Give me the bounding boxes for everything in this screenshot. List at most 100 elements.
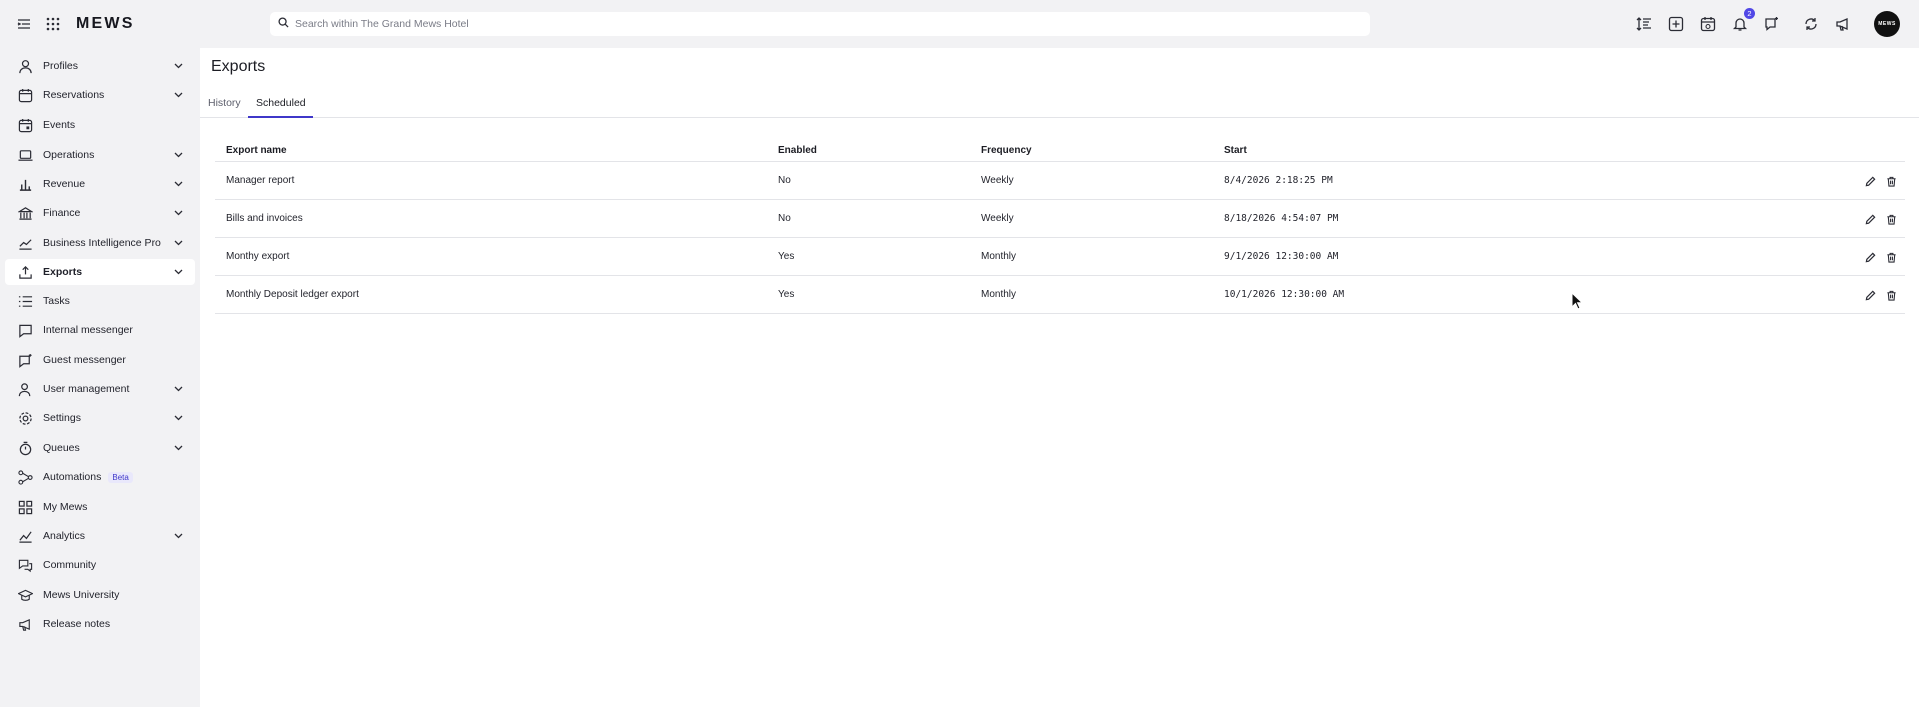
notification-bell-icon[interactable]: 2 bbox=[1730, 8, 1755, 34]
cell-export-name: Monthly Deposit ledger export bbox=[226, 289, 359, 300]
sidebar-item-settings[interactable]: Settings bbox=[5, 405, 195, 431]
sidebar-item-finance[interactable]: Finance bbox=[5, 200, 195, 226]
sidebar-item-my-mews[interactable]: My Mews bbox=[5, 494, 195, 520]
sidebar-item-label: Business Intelligence Pro bbox=[43, 237, 161, 249]
sidebar-item-reservations[interactable]: Reservations bbox=[5, 82, 195, 108]
sidebar-item-internal-messenger[interactable]: Internal messenger bbox=[5, 317, 195, 343]
delete-trash-icon[interactable] bbox=[1884, 174, 1898, 188]
main-content: Exports History Scheduled Export name En… bbox=[200, 48, 1919, 707]
upload-icon bbox=[16, 263, 34, 281]
mouse-cursor-icon bbox=[1571, 291, 1584, 313]
sidebar-item-automations[interactable]: Automations Beta bbox=[5, 464, 195, 490]
sidebar-item-revenue[interactable]: Revenue bbox=[5, 171, 195, 197]
sidebar-item-label: Tasks bbox=[43, 295, 70, 307]
add-icon[interactable] bbox=[1666, 14, 1686, 34]
user-avatar[interactable]: MEWS bbox=[1874, 11, 1900, 37]
sidebar-item-operations[interactable]: Operations bbox=[5, 142, 195, 168]
delete-trash-icon[interactable] bbox=[1884, 250, 1898, 264]
page-title: Exports bbox=[211, 58, 266, 75]
column-header-enabled[interactable]: Enabled bbox=[778, 145, 817, 156]
sidebar-item-label: Reservations bbox=[43, 89, 105, 101]
sidebar-item-label: Finance bbox=[43, 207, 81, 219]
sidebar-item-release-notes[interactable]: Release notes bbox=[5, 611, 195, 637]
table-header: Export name Enabled Frequency Start bbox=[215, 140, 1905, 162]
sidebar-item-label: Operations bbox=[43, 149, 95, 161]
person-icon bbox=[16, 57, 34, 75]
apps-grid-icon[interactable] bbox=[43, 14, 63, 34]
column-header-frequency[interactable]: Frequency bbox=[981, 145, 1032, 156]
sidebar-item-mews-university[interactable]: Mews University bbox=[5, 582, 195, 608]
cell-export-name: Bills and invoices bbox=[226, 213, 303, 224]
table-row[interactable]: Monthy export Yes Monthly 9/1/2026 12:30… bbox=[215, 238, 1905, 276]
gear-icon bbox=[16, 409, 34, 427]
table-row[interactable]: Monthly Deposit ledger export Yes Monthl… bbox=[215, 276, 1905, 314]
column-header-start[interactable]: Start bbox=[1224, 145, 1247, 156]
chevron-down-icon bbox=[173, 90, 183, 100]
sidebar-item-community[interactable]: Community bbox=[5, 552, 195, 578]
sparkle-chat-icon[interactable] bbox=[1762, 14, 1782, 34]
list-icon bbox=[16, 292, 34, 310]
sidebar-item-label: Community bbox=[43, 559, 97, 571]
delete-trash-icon[interactable] bbox=[1884, 288, 1898, 302]
mews-logo[interactable]: MEWS bbox=[76, 15, 135, 33]
search-input[interactable] bbox=[295, 18, 1295, 30]
edit-pencil-icon[interactable] bbox=[1863, 250, 1877, 264]
sidebar-item-label: Mews University bbox=[43, 589, 120, 601]
chevron-down-icon bbox=[173, 531, 183, 541]
tab-scheduled[interactable]: Scheduled bbox=[256, 97, 306, 109]
sidebar-item-label: User management bbox=[43, 383, 130, 395]
table-row[interactable]: Bills and invoices No Weekly 8/18/2026 4… bbox=[215, 200, 1905, 238]
sidebar-item-label: Queues bbox=[43, 442, 80, 454]
table-row[interactable]: Manager report No Weekly 8/4/2026 2:18:2… bbox=[215, 162, 1905, 200]
sidebar-item-tasks[interactable]: Tasks bbox=[5, 288, 195, 314]
automation-icon bbox=[16, 468, 34, 486]
bank-icon bbox=[16, 204, 34, 222]
chevron-down-icon bbox=[173, 238, 183, 248]
edit-pencil-icon[interactable] bbox=[1863, 288, 1877, 302]
user-manage-icon bbox=[16, 380, 34, 398]
edit-pencil-icon[interactable] bbox=[1863, 212, 1877, 226]
sidebar-item-events[interactable]: Events bbox=[5, 112, 195, 138]
sidebar-item-queues[interactable]: Queues bbox=[5, 435, 195, 461]
column-header-export-name[interactable]: Export name bbox=[226, 145, 287, 156]
sidebar-item-label: Settings bbox=[43, 412, 81, 424]
calendar-refresh-icon[interactable] bbox=[1698, 14, 1718, 34]
sidebar-item-label: Events bbox=[43, 119, 76, 131]
delete-trash-icon[interactable] bbox=[1884, 212, 1898, 226]
collapse-menu-icon[interactable] bbox=[14, 14, 34, 34]
sync-icon[interactable] bbox=[1801, 14, 1821, 34]
cell-export-name: Monthy export bbox=[226, 251, 290, 262]
graduation-cap-icon bbox=[16, 586, 34, 604]
cell-frequency: Monthly bbox=[981, 289, 1017, 300]
top-bar: MEWS 2 MEWS bbox=[0, 0, 1919, 48]
sort-icon[interactable] bbox=[1634, 14, 1654, 34]
cell-enabled: Yes bbox=[778, 251, 795, 262]
sidebar-item-user-management[interactable]: User management bbox=[5, 376, 195, 402]
tab-history[interactable]: History bbox=[208, 97, 241, 109]
sidebar-item-exports[interactable]: Exports bbox=[5, 259, 195, 285]
sidebar: Profiles Reservations Events Operations … bbox=[0, 48, 200, 707]
sidebar-item-profiles[interactable]: Profiles bbox=[5, 53, 195, 79]
grid-icon bbox=[16, 498, 34, 516]
sidebar-item-analytics[interactable]: Analytics bbox=[5, 523, 195, 549]
chevron-down-icon bbox=[173, 61, 183, 71]
laptop-icon bbox=[16, 146, 34, 164]
bar-chart-icon bbox=[16, 175, 34, 193]
cell-frequency: Weekly bbox=[981, 213, 1014, 224]
chevron-down-icon bbox=[173, 384, 183, 394]
sidebar-item-business-intelligence-pro[interactable]: Business Intelligence Pro bbox=[5, 230, 195, 256]
sidebar-item-guest-messenger[interactable]: Guest messenger bbox=[5, 347, 195, 373]
sidebar-item-label: Revenue bbox=[43, 178, 86, 190]
cell-start: 10/1/2026 12:30:00 AM bbox=[1224, 289, 1345, 300]
guest-chat-icon bbox=[16, 351, 34, 369]
chevron-down-icon bbox=[173, 443, 183, 453]
chevron-down-icon bbox=[173, 179, 183, 189]
search-bar[interactable] bbox=[270, 12, 1370, 36]
cell-start: 9/1/2026 12:30:00 AM bbox=[1224, 251, 1339, 262]
edit-pencil-icon[interactable] bbox=[1863, 174, 1877, 188]
megaphone-icon[interactable] bbox=[1833, 14, 1853, 34]
cell-start: 8/18/2026 4:54:07 PM bbox=[1224, 213, 1339, 224]
sidebar-item-label: Release notes bbox=[43, 618, 111, 630]
calendar-event-icon bbox=[16, 116, 34, 134]
sidebar-item-label: Automations bbox=[43, 471, 102, 483]
